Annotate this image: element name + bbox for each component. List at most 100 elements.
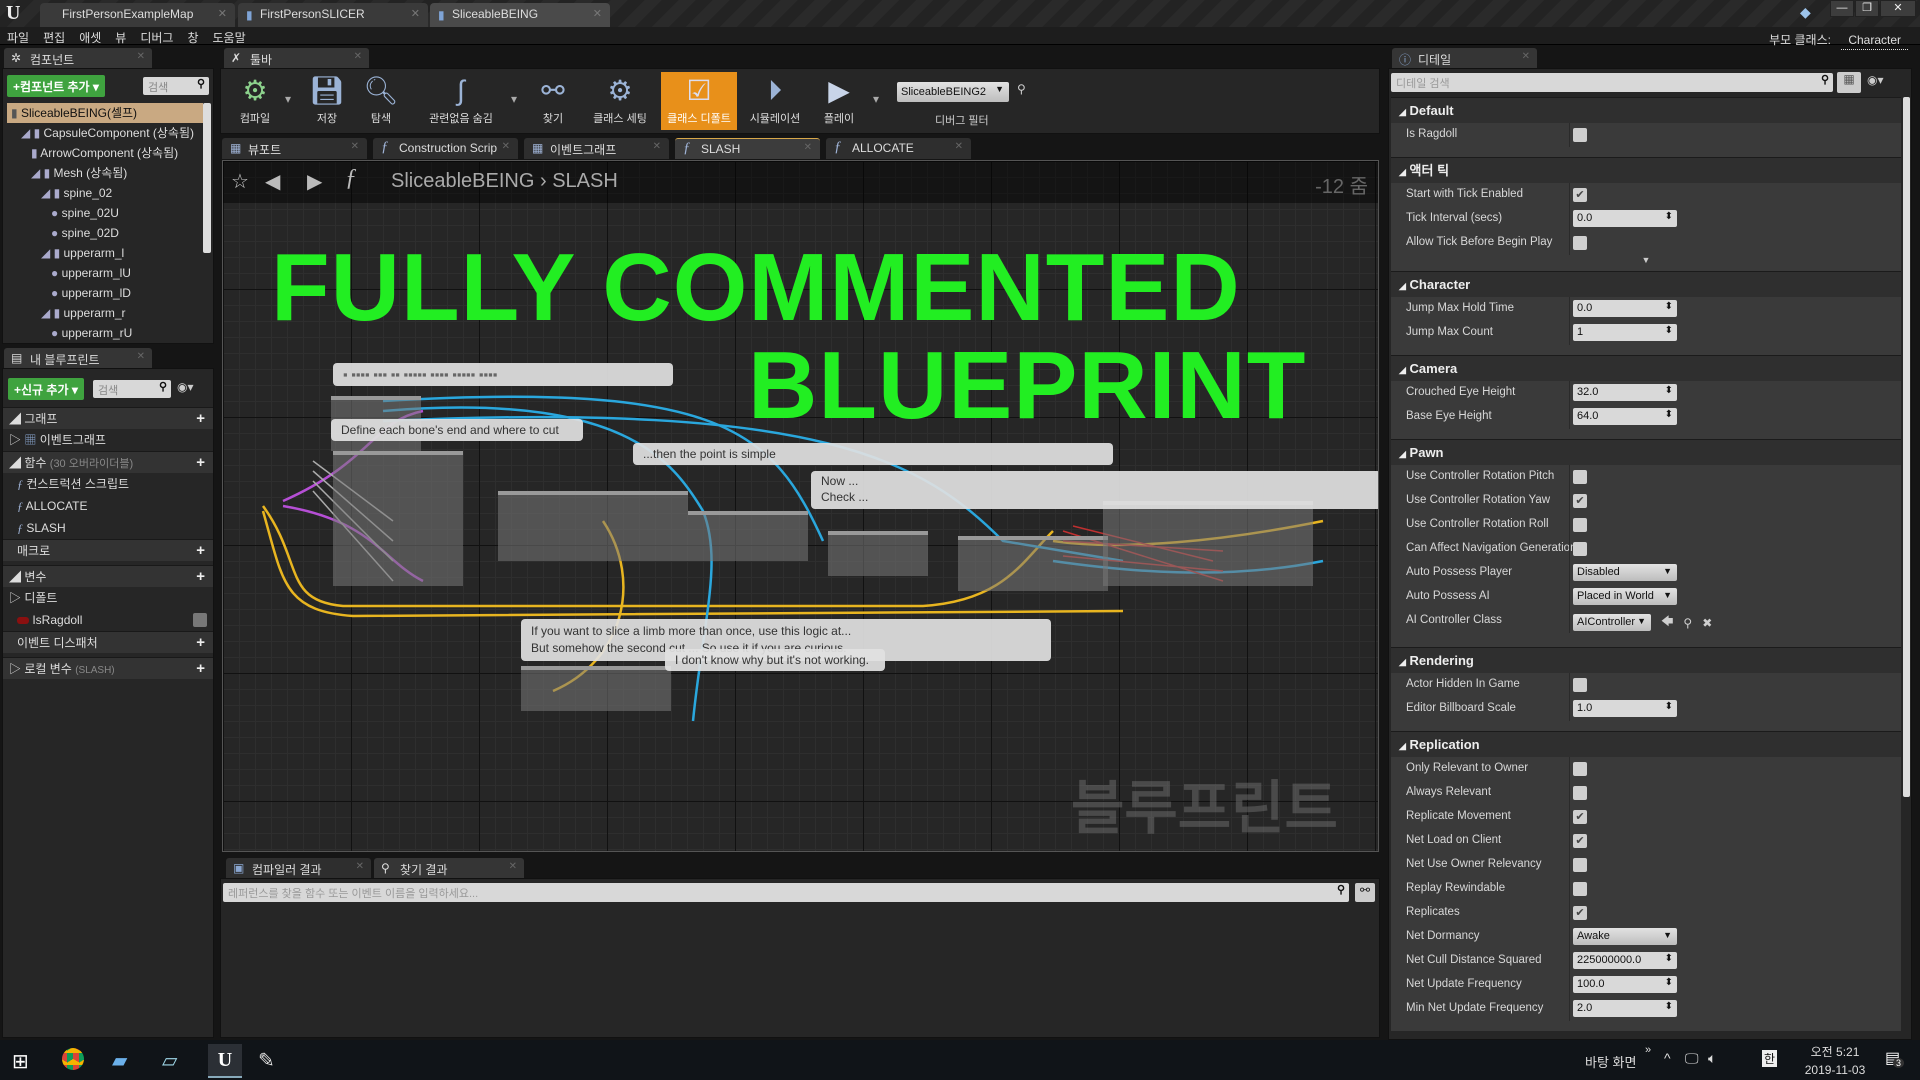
scrollbar[interactable] [1903,97,1910,797]
find-in-all-blueprints-button[interactable]: ⚯ [1355,883,1375,902]
column-divider[interactable] [1569,877,1570,901]
tab-construction-script[interactable]: ƒ Construction Scrip ✕ [373,138,518,159]
close-icon[interactable]: ✕ [955,141,963,152]
component-tree-item[interactable]: ◢ ▮ upperarm_l [7,243,203,263]
defaults-category[interactable]: ▷ 디폴트 [3,587,213,609]
property-number-field[interactable]: 2.0 [1573,1000,1677,1017]
play-options-dropdown[interactable]: ▾ [873,92,879,106]
minimize-button[interactable]: — [1830,0,1854,17]
add-macro-button[interactable]: + [196,540,205,562]
clear-x-icon[interactable]: ✖ [1702,616,1712,630]
column-divider[interactable] [1569,513,1570,537]
comment-bubble[interactable]: ...then the point is simple [633,443,1113,465]
add-function-button[interactable]: + [196,452,205,474]
menu-debug[interactable]: 디버그 [133,27,180,48]
comment-group[interactable] [498,491,688,561]
property-number-field[interactable]: 32.0 [1573,384,1677,401]
function-item[interactable]: ƒ SLASH [3,517,213,539]
property-checkbox[interactable] [1573,882,1587,896]
tab-event-graph[interactable]: ▦ 이벤트그래프 ✕ [524,138,669,159]
use-selected-arrow-icon[interactable]: 🡄 [1661,612,1673,633]
desktop-toolbar-label[interactable]: 바탕 화면 [1585,1052,1636,1071]
component-tree-item[interactable]: ● upperarm_lU [7,263,203,283]
column-divider[interactable] [1569,537,1570,561]
find-button[interactable]: ⚯ 찾기 [527,72,579,130]
menu-window[interactable]: 창 [180,27,205,48]
property-checkbox[interactable] [1573,678,1587,692]
close-icon[interactable]: ✕ [218,7,227,20]
debug-search-icon[interactable]: ⚲ [1017,82,1026,96]
details-section-header[interactable]: ◢ Default [1391,97,1901,123]
property-number-field[interactable]: 1.0 [1573,700,1677,717]
hide-unrelated-dropdown[interactable]: ▾ [511,92,517,106]
column-divider[interactable] [1569,901,1570,925]
volume-icon[interactable]: 🔈︎ [1708,1050,1716,1067]
unreal-taskbar-icon[interactable]: U [208,1044,242,1078]
column-divider[interactable] [1569,207,1570,231]
visibility-toggle[interactable] [193,613,207,627]
graphs-section[interactable]: ◢ 그래프 + [3,407,213,429]
tab-toolbar[interactable]: ✗ 툴바 ✕ [224,48,369,68]
property-checkbox[interactable] [1573,236,1587,250]
column-divider[interactable] [1569,853,1570,877]
event-graph-item[interactable]: ▷ ▦ 이벤트그래프 [3,429,213,451]
macros-section[interactable]: 매크로 + [3,539,213,561]
details-section-header[interactable]: ◢ Character [1391,271,1901,297]
save-button[interactable]: 💾︎ 저장 [301,72,353,130]
comment-bubble[interactable]: Now ... Check ... [811,471,1378,509]
column-divider[interactable] [1569,829,1570,853]
add-dispatcher-button[interactable]: + [196,632,205,654]
close-icon[interactable]: ✕ [502,141,510,152]
column-divider[interactable] [1569,757,1570,781]
property-checkbox[interactable]: ✔ [1573,188,1587,202]
component-tree-item[interactable]: ◢ ▮ upperarm_r [7,303,203,323]
network-icon[interactable]: 🖵︎ [1685,1050,1699,1067]
comment-group[interactable] [688,511,808,561]
component-tree-item[interactable]: ▮ ArrowComponent (상속됨) [7,143,203,163]
property-matrix-button[interactable]: ▦ [1837,72,1861,93]
comment-group[interactable] [828,531,928,576]
class-settings-button[interactable]: ⚙ 클래스 세팅 [583,72,657,130]
component-tree-item[interactable]: ● spine_02D [7,223,203,243]
visibility-eye-icon[interactable]: ◉▾ [1867,73,1884,87]
column-divider[interactable] [1569,585,1570,609]
class-picker-dropdown[interactable]: AIController [1573,614,1651,631]
property-checkbox[interactable] [1573,786,1587,800]
blueprint-search-input[interactable]: 검색 ⚲ [93,380,171,398]
window-tab[interactable]: ▮ FirstPersonSLICER ✕ [238,3,428,27]
property-number-field[interactable]: 100.0 [1573,976,1677,993]
compile-options-dropdown[interactable]: ▾ [285,92,291,106]
property-checkbox[interactable]: ✔ [1573,810,1587,824]
local-variables-section[interactable]: ▷ 로컬 변수 (SLASH) + [3,657,213,679]
source-control-icon[interactable]: ◆ [1800,4,1811,21]
close-icon[interactable]: ✕ [411,7,420,20]
tab-allocate[interactable]: ƒ ALLOCATE ✕ [826,138,971,159]
property-checkbox[interactable] [1573,470,1587,484]
property-checkbox[interactable] [1573,542,1587,556]
app-icon[interactable]: ▱ [162,1048,177,1073]
details-section-header[interactable]: ◢ Pawn [1391,439,1901,465]
column-divider[interactable] [1569,949,1570,973]
close-icon[interactable]: ✕ [593,7,602,20]
toolbar-expand-icon[interactable]: » [1645,1044,1651,1056]
comment-group[interactable] [333,451,463,586]
comment-group[interactable] [1103,501,1313,586]
variable-item[interactable]: IsRagdoll [3,609,213,631]
property-dropdown[interactable]: Awake [1573,928,1677,945]
add-variable-button[interactable]: + [196,566,205,588]
menu-help[interactable]: 도움말 [206,27,253,48]
close-icon[interactable]: ✕ [137,351,145,362]
tab-my-blueprint[interactable]: ▤ 내 블루프린트 ✕ [4,348,152,368]
column-divider[interactable] [1569,123,1570,147]
tab-components[interactable]: ✲ 컴포넌트 ✕ [4,48,152,68]
visibility-eye-icon[interactable]: ◉▾ [177,380,194,394]
add-graph-button[interactable]: + [196,408,205,430]
column-divider[interactable] [1569,781,1570,805]
property-number-field[interactable]: 64.0 [1573,408,1677,425]
menu-file[interactable]: 파일 [0,27,36,48]
functions-section[interactable]: ◢ 함수 (30 오버라이더블) + [3,451,213,473]
simulate-button[interactable]: ⏵ 시뮬레이션 [741,72,809,130]
tab-details[interactable]: ⓘ 디테일 ✕ [1392,48,1537,68]
component-tree-item[interactable]: ◢ ▮ Mesh (상속됨) [7,163,203,183]
details-search-input[interactable]: 디테일 검색 ⚲ [1391,73,1833,92]
